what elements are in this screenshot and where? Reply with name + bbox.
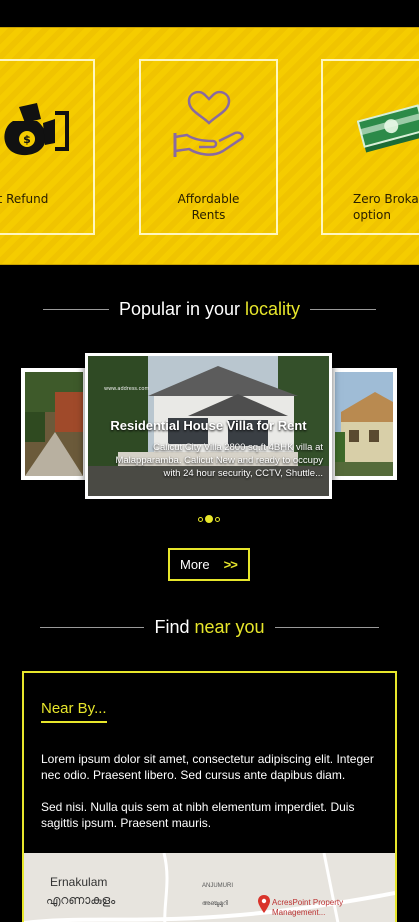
map-pin-icon[interactable] — [258, 895, 270, 913]
property-photo-main: www.address.com Residential House Villa … — [88, 356, 329, 496]
map-label-area: ANJUMURI — [202, 883, 233, 889]
feature-card-refund: $ ant Refund — [0, 59, 95, 235]
map-label-city-local: എറണാകുളം — [46, 893, 116, 907]
heading-rule-left — [40, 627, 145, 628]
property-carousel[interactable]: www.address.com Residential House Villa … — [0, 350, 419, 510]
carousel-dots — [198, 515, 220, 523]
heading-rule-right — [310, 309, 377, 310]
heading-rule-right — [274, 627, 379, 628]
find-heading: Find near you — [0, 617, 419, 638]
carousel-dot-1[interactable] — [198, 516, 203, 522]
heart-hand-icon — [141, 89, 276, 169]
heading-rule-left — [42, 309, 109, 310]
popular-heading-text: Popular in your locality — [118, 299, 301, 319]
carousel-slide-prev[interactable] — [21, 368, 87, 480]
cash-stack-icon — [323, 89, 419, 169]
property-photo-prev — [25, 372, 83, 476]
feature-label-affordable: Affordable Rents — [177, 192, 240, 222]
slide-title[interactable]: Residential House Villa for Rent — [88, 418, 329, 433]
feature-label-brokerage: Zero Broka option — [353, 192, 419, 222]
find-heading-text: Find near you — [154, 617, 265, 637]
carousel-dot-3[interactable] — [215, 516, 220, 522]
feature-card-affordable: Affordable Rents — [139, 59, 278, 235]
map-place-label[interactable]: AcresPoint Property Management... — [272, 898, 343, 918]
money-bag-icon: $ — [0, 89, 93, 169]
nearby-panel: Near By... Lorem ipsum dolor sit amet, c… — [22, 671, 397, 922]
photo-watermark: www.address.com — [104, 386, 150, 392]
feature-card-brokerage: Zero Broka option — [321, 59, 419, 235]
svg-text:$: $ — [23, 133, 31, 146]
nearby-paragraph-2: Sed nisi. Nulla quis sem at nibh element… — [41, 800, 355, 830]
map-label-area-local: അഞ്ചുമുറി — [202, 901, 228, 907]
nearby-paragraph-1: Lorem ipsum dolor sit amet, consectetur … — [41, 752, 374, 782]
property-photo-next — [335, 372, 393, 476]
double-chevron-right-icon: >> — [223, 557, 238, 572]
nearby-title: Near By... — [41, 700, 107, 723]
features-band: $ ant Refund Affordable Rents — [0, 27, 419, 265]
map-label-city: Ernakulam — [50, 875, 108, 889]
carousel-slide-active[interactable]: www.address.com Residential House Villa … — [85, 353, 332, 499]
feature-label-refund: ant Refund — [0, 192, 49, 206]
more-button-label: More — [180, 557, 210, 572]
more-button[interactable]: More >> — [168, 548, 250, 581]
nearby-map[interactable]: Ernakulam എറണാകുളം ANJUMURI അഞ്ചുമുറി Ac… — [24, 853, 395, 922]
popular-heading: Popular in your locality — [0, 299, 419, 320]
carousel-slide-next[interactable] — [331, 368, 397, 480]
slide-description: Calicut City Villa 2800 sq.ft 4BHK villa… — [115, 442, 323, 479]
carousel-dot-2[interactable] — [205, 515, 213, 523]
